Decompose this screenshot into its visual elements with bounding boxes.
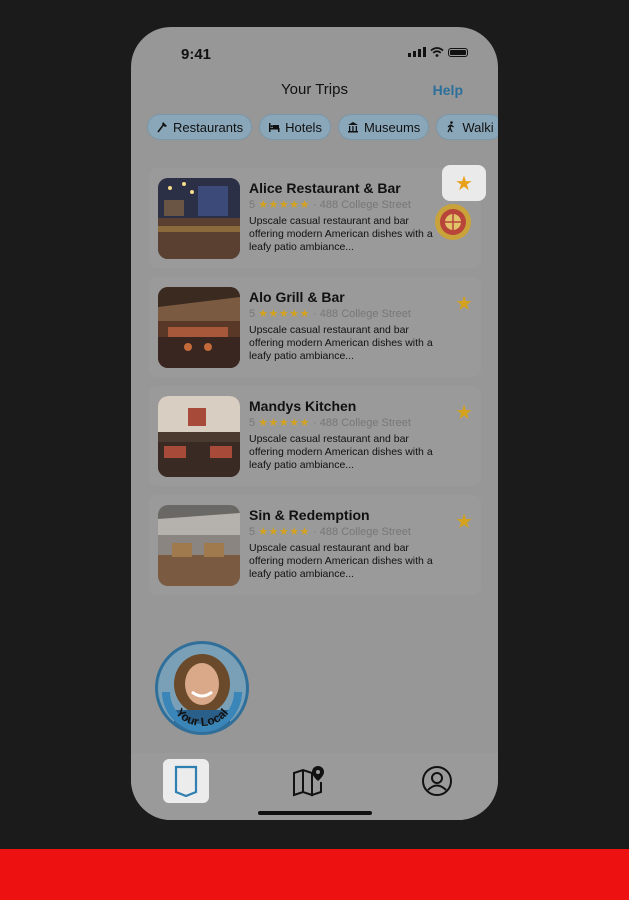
place-description: Upscale casual restaurant and bar offeri… bbox=[249, 542, 433, 580]
favorite-star-button[interactable]: ★ bbox=[455, 291, 473, 316]
bed-icon bbox=[269, 123, 280, 132]
chip-label: Walki bbox=[462, 119, 494, 135]
rating-stars: ★★★★★ bbox=[258, 308, 310, 320]
fork-knife-icon bbox=[157, 122, 167, 133]
place-address: · 488 College Street bbox=[313, 199, 411, 211]
walking-icon bbox=[447, 121, 455, 133]
place-name: Sin & Redemption bbox=[249, 507, 370, 523]
list-item[interactable]: Alo Grill & Bar 5 ★★★★★ · 488 College St… bbox=[149, 277, 481, 377]
place-name: Alice Restaurant & Bar bbox=[249, 180, 401, 196]
museum-icon bbox=[347, 122, 358, 133]
star-icon: ★ bbox=[455, 293, 473, 315]
rating-value: 5 bbox=[249, 308, 256, 320]
place-address: · 488 College Street bbox=[313, 526, 411, 538]
chip-restaurants[interactable]: Restaurants bbox=[147, 114, 253, 140]
phone-screen: 9:41 Your Trips Help Restaurants Hotels bbox=[131, 27, 498, 820]
place-rating: 5 ★★★★★ · 488 College Street bbox=[249, 198, 411, 211]
tab-bookmarks[interactable] bbox=[163, 759, 209, 803]
place-description: Upscale casual restaurant and bar offeri… bbox=[249, 324, 433, 362]
wifi-icon bbox=[430, 47, 444, 57]
star-icon: ★ bbox=[455, 172, 473, 195]
rating-stars: ★★★★★ bbox=[258, 417, 310, 429]
chip-label: Restaurants bbox=[173, 119, 244, 135]
place-photo bbox=[158, 178, 240, 259]
trip-list: Alice Restaurant & Bar 5 ★★★★★ · 488 Col… bbox=[149, 165, 486, 604]
battery-icon bbox=[448, 47, 468, 57]
rating-value: 5 bbox=[249, 417, 256, 429]
map-pin-icon bbox=[293, 766, 324, 797]
place-description: Upscale casual restaurant and bar offeri… bbox=[249, 433, 433, 471]
user-circle-icon bbox=[422, 766, 452, 796]
signal-icon bbox=[408, 47, 426, 57]
rating-value: 5 bbox=[249, 526, 256, 538]
place-photo bbox=[158, 287, 240, 368]
place-address: · 488 College Street bbox=[313, 417, 411, 429]
place-name: Alo Grill & Bar bbox=[249, 289, 345, 305]
star-icon: ★ bbox=[455, 402, 473, 424]
place-address: · 488 College Street bbox=[313, 308, 411, 320]
tab-bar bbox=[131, 753, 498, 820]
list-item[interactable]: Mandys Kitchen 5 ★★★★★ · 488 College Str… bbox=[149, 386, 481, 486]
chip-walking[interactable]: Walki bbox=[436, 114, 498, 140]
rating-stars: ★★★★★ bbox=[258, 526, 310, 538]
favorite-star-button[interactable]: ★ bbox=[455, 400, 473, 425]
rating-value: 5 bbox=[249, 199, 256, 211]
home-indicator[interactable] bbox=[258, 811, 372, 815]
your-local-avatar-button[interactable]: Your Local bbox=[154, 640, 250, 736]
chip-museums[interactable]: Museums bbox=[337, 114, 430, 140]
place-rating: 5 ★★★★★ · 488 College Street bbox=[249, 307, 411, 320]
status-icons bbox=[408, 47, 468, 57]
chip-label: Museums bbox=[363, 119, 421, 135]
favorite-star-button[interactable]: ★ bbox=[455, 509, 473, 534]
list-item[interactable]: Sin & Redemption 5 ★★★★★ · 488 College S… bbox=[149, 495, 481, 595]
tab-map[interactable] bbox=[286, 759, 332, 803]
star-icon: ★ bbox=[455, 511, 473, 533]
award-badge-icon bbox=[435, 204, 471, 240]
help-link[interactable]: Help bbox=[433, 82, 463, 98]
bottom-color-bar bbox=[0, 849, 629, 900]
favorite-star-button[interactable]: ★ bbox=[442, 165, 486, 201]
tab-profile[interactable] bbox=[414, 759, 460, 803]
status-time: 9:41 bbox=[181, 46, 212, 63]
rating-stars: ★★★★★ bbox=[258, 199, 310, 211]
place-photo bbox=[158, 396, 240, 477]
list-item[interactable]: Alice Restaurant & Bar 5 ★★★★★ · 488 Col… bbox=[149, 165, 486, 268]
place-description: Upscale casual restaurant and bar offeri… bbox=[249, 215, 433, 253]
chip-hotels[interactable]: Hotels bbox=[259, 114, 331, 140]
place-rating: 5 ★★★★★ · 488 College Street bbox=[249, 525, 411, 538]
chip-label: Hotels bbox=[285, 119, 322, 135]
bookmark-icon bbox=[174, 765, 198, 797]
place-photo bbox=[158, 505, 240, 586]
place-rating: 5 ★★★★★ · 488 College Street bbox=[249, 416, 411, 429]
category-chips: Restaurants Hotels Museums Walki bbox=[147, 114, 498, 140]
place-name: Mandys Kitchen bbox=[249, 398, 357, 414]
